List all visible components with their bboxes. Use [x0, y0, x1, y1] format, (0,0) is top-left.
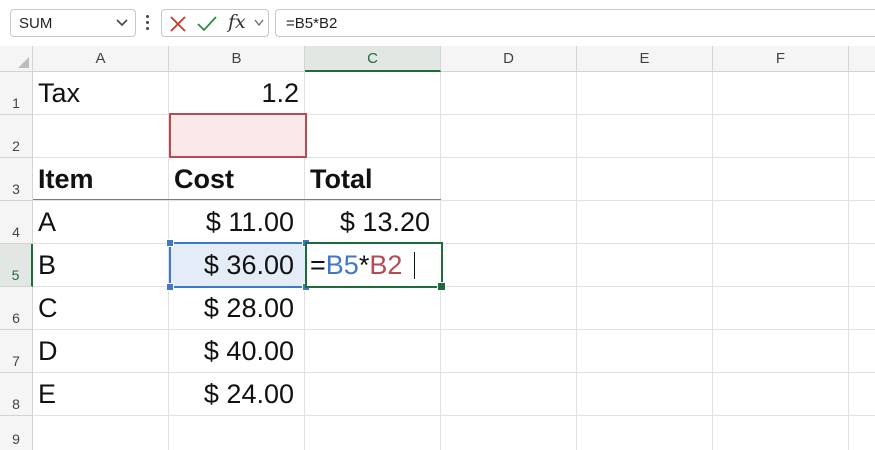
- cell-a1[interactable]: Tax: [33, 72, 169, 115]
- formula-actions: fx: [161, 9, 269, 37]
- column-header-d[interactable]: D: [441, 46, 577, 72]
- text-caret: [414, 252, 415, 279]
- formula-operator: *: [358, 250, 370, 280]
- row-header-5[interactable]: 5: [0, 244, 33, 287]
- formula-bar: SUM fx =B5*B2: [0, 0, 875, 46]
- cell-a3[interactable]: Item: [33, 158, 169, 201]
- cell-b7[interactable]: $ 40.00: [169, 330, 305, 373]
- row-header-3[interactable]: 3: [0, 158, 33, 201]
- name-box-value: SUM: [19, 15, 53, 32]
- select-all-button[interactable]: [0, 46, 33, 72]
- worksheet-grid: A B C D E F 1 2 3 4 5 6 7 8 9 Tax 1.2 It…: [0, 46, 875, 450]
- cell-b3[interactable]: Cost: [169, 158, 305, 201]
- row-header-4[interactable]: 4: [0, 201, 33, 244]
- cell-a8[interactable]: E: [33, 373, 169, 416]
- cell-b6[interactable]: $ 28.00: [169, 287, 305, 330]
- formula-equals: =: [310, 250, 326, 280]
- more-options-icon[interactable]: [142, 13, 152, 33]
- in-cell-formula-editor[interactable]: =B5*B2: [310, 244, 402, 287]
- formula-text: =B5*B2: [286, 15, 338, 32]
- insert-function-button[interactable]: fx: [228, 11, 246, 33]
- gridline: [576, 72, 577, 450]
- cell-b4[interactable]: $ 11.00: [169, 201, 305, 244]
- column-header-f[interactable]: F: [713, 46, 849, 72]
- fill-handle[interactable]: [437, 282, 446, 291]
- row-header-2[interactable]: 2: [0, 115, 33, 158]
- enter-check-icon[interactable]: [196, 14, 218, 34]
- column-header-c[interactable]: C: [305, 46, 441, 72]
- row-header-9[interactable]: 9: [0, 416, 33, 450]
- column-header-a[interactable]: A: [33, 46, 169, 72]
- cell-c3[interactable]: Total: [305, 158, 441, 201]
- chevron-down-icon[interactable]: [253, 18, 265, 28]
- column-header-g[interactable]: [849, 46, 875, 72]
- gridline: [712, 72, 713, 450]
- formula-ref-b5: B5: [325, 250, 359, 280]
- row-header-7[interactable]: 7: [0, 330, 33, 373]
- cancel-icon[interactable]: [168, 14, 188, 34]
- chevron-down-icon[interactable]: [115, 17, 129, 29]
- cell-b8[interactable]: $ 24.00: [169, 373, 305, 416]
- cell-a7[interactable]: D: [33, 330, 169, 373]
- name-box[interactable]: SUM: [10, 9, 136, 37]
- cell-a5[interactable]: B: [33, 244, 169, 287]
- cell-b5[interactable]: $ 36.00: [169, 244, 305, 287]
- column-header-b[interactable]: B: [169, 46, 305, 72]
- formula-input[interactable]: =B5*B2: [275, 9, 875, 37]
- cell-a6[interactable]: C: [33, 287, 169, 330]
- cell-c4[interactable]: $ 13.20: [305, 201, 441, 244]
- cell-b2-reference-highlight: [169, 113, 307, 158]
- row-header-6[interactable]: 6: [0, 287, 33, 330]
- row-header-1[interactable]: 1: [0, 72, 33, 115]
- row-header-8[interactable]: 8: [0, 373, 33, 416]
- cell-b1[interactable]: 1.2: [169, 72, 305, 115]
- gridline: [848, 72, 849, 450]
- cell-a4[interactable]: A: [33, 201, 169, 244]
- formula-ref-b2: B2: [369, 250, 403, 280]
- column-header-e[interactable]: E: [577, 46, 713, 72]
